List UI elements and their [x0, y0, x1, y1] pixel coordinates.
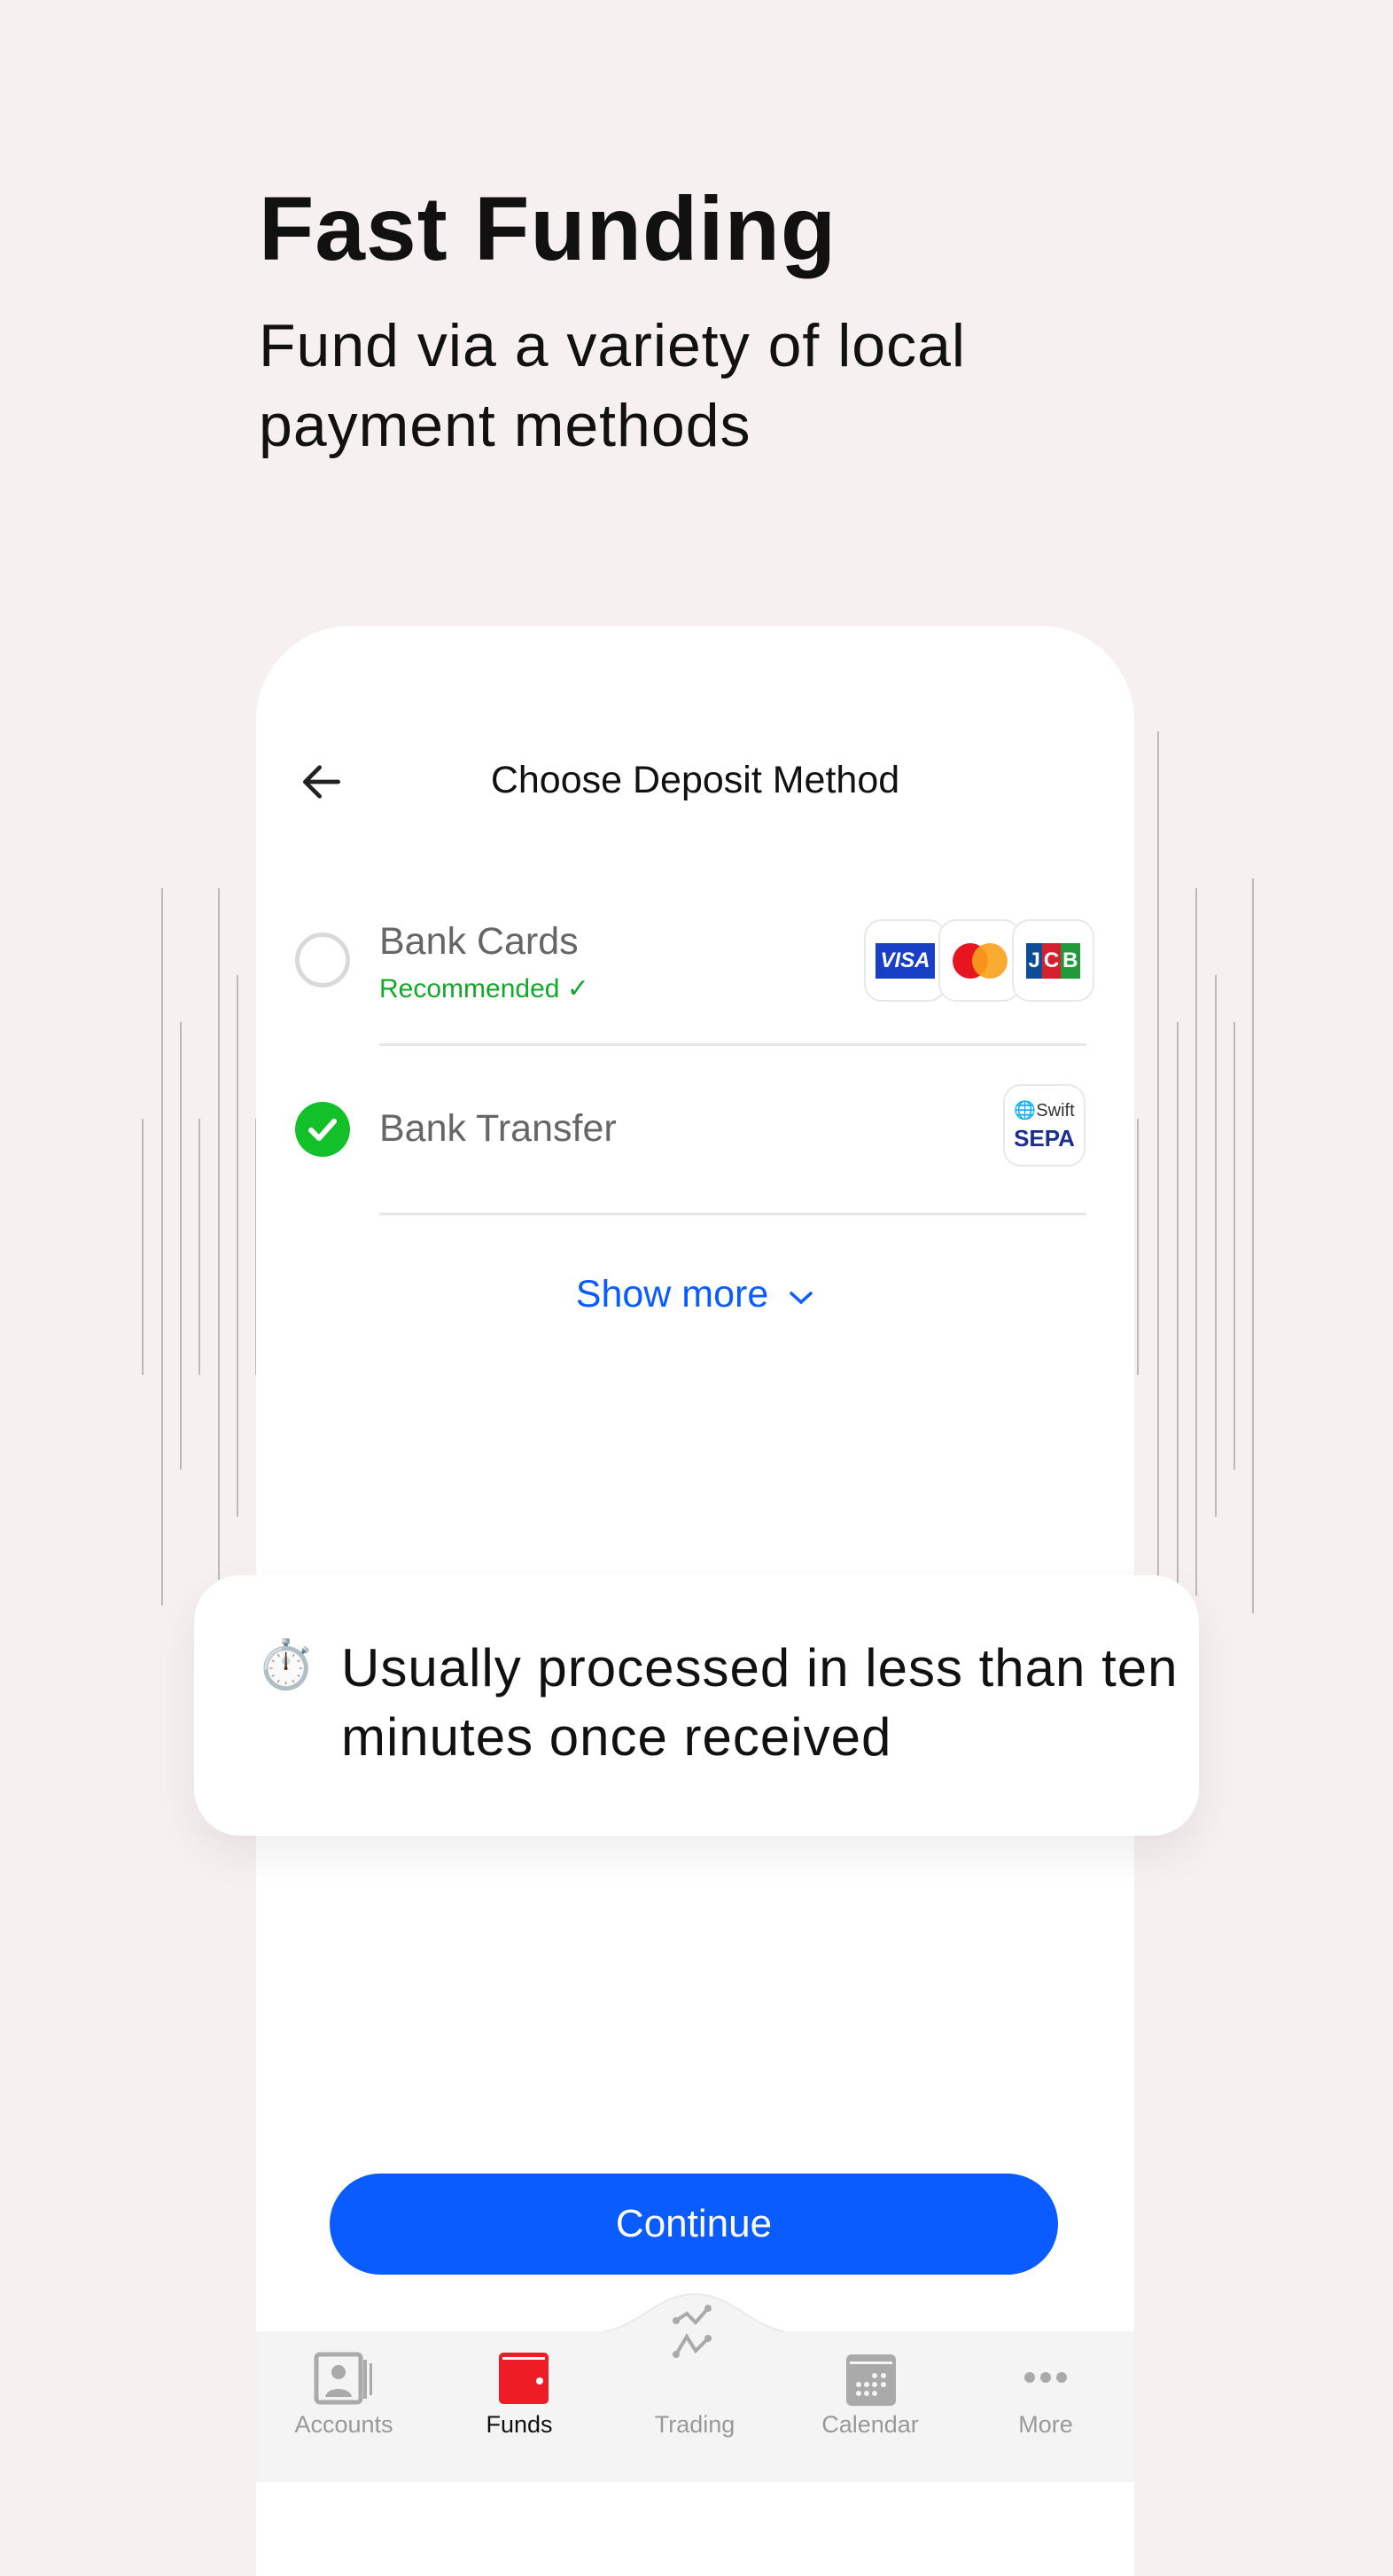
sepa-text: SEPA	[1014, 1124, 1075, 1151]
tab-trading[interactable]: Trading	[607, 2305, 782, 2478]
decorative-line	[1177, 1022, 1179, 1596]
tab-accounts[interactable]: Accounts	[256, 2331, 432, 2478]
radio-unselected[interactable]	[295, 933, 350, 987]
decorative-line	[1252, 878, 1254, 1613]
tab-funds[interactable]: Funds	[432, 2331, 607, 2478]
decorative-line	[1215, 975, 1217, 1517]
divider	[379, 1043, 1086, 1046]
tooltip-text: Usually processed in less than ten minut…	[341, 1638, 1179, 1767]
globe-icon: 🌐	[1014, 1100, 1037, 1120]
swift-sepa-logo: 🌐Swift SEPA	[1003, 1084, 1086, 1167]
decorative-line	[180, 1022, 182, 1470]
decorative-line	[1157, 731, 1159, 1580]
visa-logo: VISA	[864, 919, 946, 1002]
bottom-tab-bar: Accounts Funds Trading Calendar More	[256, 2305, 1134, 2482]
recommended-badge: Recommended ✓	[379, 974, 589, 1003]
calendar-icon	[846, 2354, 896, 2406]
swift-text: 🌐Swift	[1014, 1100, 1075, 1120]
method-name: Bank Transfer	[379, 1107, 617, 1150]
tab-more[interactable]: More	[958, 2331, 1133, 2478]
info-tooltip: ⏱️ Usually processed in less than ten mi…	[194, 1575, 1199, 1836]
show-more-link[interactable]: Show more	[256, 1273, 1134, 1316]
page-subtitle: Fund via a variety of local payment meth…	[259, 312, 967, 459]
decorative-line	[161, 888, 163, 1605]
method-name: Bank Cards	[379, 920, 579, 963]
decorative-line	[218, 888, 220, 1580]
decorative-line	[1195, 888, 1197, 1596]
decorative-line	[1233, 1022, 1235, 1470]
trading-chart-icon	[673, 2305, 712, 2358]
page-title: Fast Funding	[259, 178, 837, 279]
decorative-line	[198, 1119, 200, 1375]
tab-calendar[interactable]: Calendar	[782, 2331, 958, 2478]
stopwatch-icon: ⏱️	[256, 1638, 316, 1691]
continue-button[interactable]: Continue	[330, 2174, 1058, 2275]
decorative-line	[1137, 1119, 1139, 1375]
mastercard-logo	[938, 919, 1021, 1002]
wallet-icon	[499, 2353, 549, 2404]
jcb-logo: JCB	[1012, 919, 1094, 1002]
decorative-line	[237, 975, 238, 1517]
radio-selected-check-icon[interactable]	[295, 1102, 350, 1157]
more-dots-icon	[1024, 2372, 1067, 2383]
divider	[379, 1213, 1086, 1215]
chevron-down-icon	[790, 1292, 813, 1305]
decorative-line	[142, 1119, 144, 1375]
screen-title: Choose Deposit Method	[490, 759, 900, 801]
accounts-icon	[314, 2352, 372, 2405]
